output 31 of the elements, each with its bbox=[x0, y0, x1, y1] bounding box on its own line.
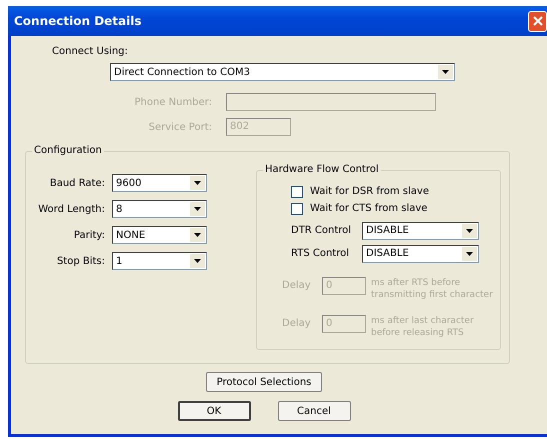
field-label: Connect Using: bbox=[52, 46, 129, 57]
dropdown[interactable]: DISABLE bbox=[362, 244, 479, 262]
checkbox-label: Wait for DSR from slave bbox=[310, 186, 429, 197]
field-label: Stop Bits: bbox=[56, 256, 106, 266]
field-label: DTR Control bbox=[291, 225, 352, 236]
button[interactable]: OK bbox=[178, 401, 250, 421]
button[interactable]: Protocol Selections bbox=[206, 372, 322, 392]
checkbox[interactable] bbox=[291, 186, 303, 198]
dropdown[interactable]: 9600 bbox=[112, 174, 207, 192]
field-label: Phone Number: bbox=[133, 96, 213, 108]
dropdown[interactable]: NONE bbox=[112, 226, 207, 244]
dropdown[interactable]: Direct Connection to COM3 bbox=[110, 63, 455, 81]
button[interactable]: Cancel bbox=[278, 401, 350, 421]
checkbox-label: Wait for CTS from slave bbox=[310, 203, 428, 214]
close-icon[interactable] bbox=[528, 10, 547, 32]
field-label: RTS Control bbox=[291, 248, 350, 259]
field-hint: ms after last character before releasing RTS bbox=[371, 315, 475, 339]
group-title: Hardware Flow Control bbox=[263, 164, 381, 175]
dropdown[interactable]: 8 bbox=[112, 200, 207, 218]
field-label: Service Port: bbox=[148, 122, 213, 132]
dropdown[interactable]: DISABLE bbox=[362, 222, 479, 240]
field-label: Delay bbox=[282, 279, 312, 291]
field-label: Word Length: bbox=[37, 204, 106, 214]
window-title: Connection Details bbox=[14, 14, 142, 28]
group-title: Configuration bbox=[32, 145, 104, 156]
dropdown[interactable]: 1 bbox=[112, 252, 207, 270]
field-label: Baud Rate: bbox=[48, 178, 106, 188]
checkbox[interactable] bbox=[291, 202, 303, 214]
field-label: Delay bbox=[282, 317, 312, 329]
field-hint: ms after RTS before transmitting first character bbox=[371, 277, 493, 301]
field-label: Parity: bbox=[72, 230, 106, 240]
